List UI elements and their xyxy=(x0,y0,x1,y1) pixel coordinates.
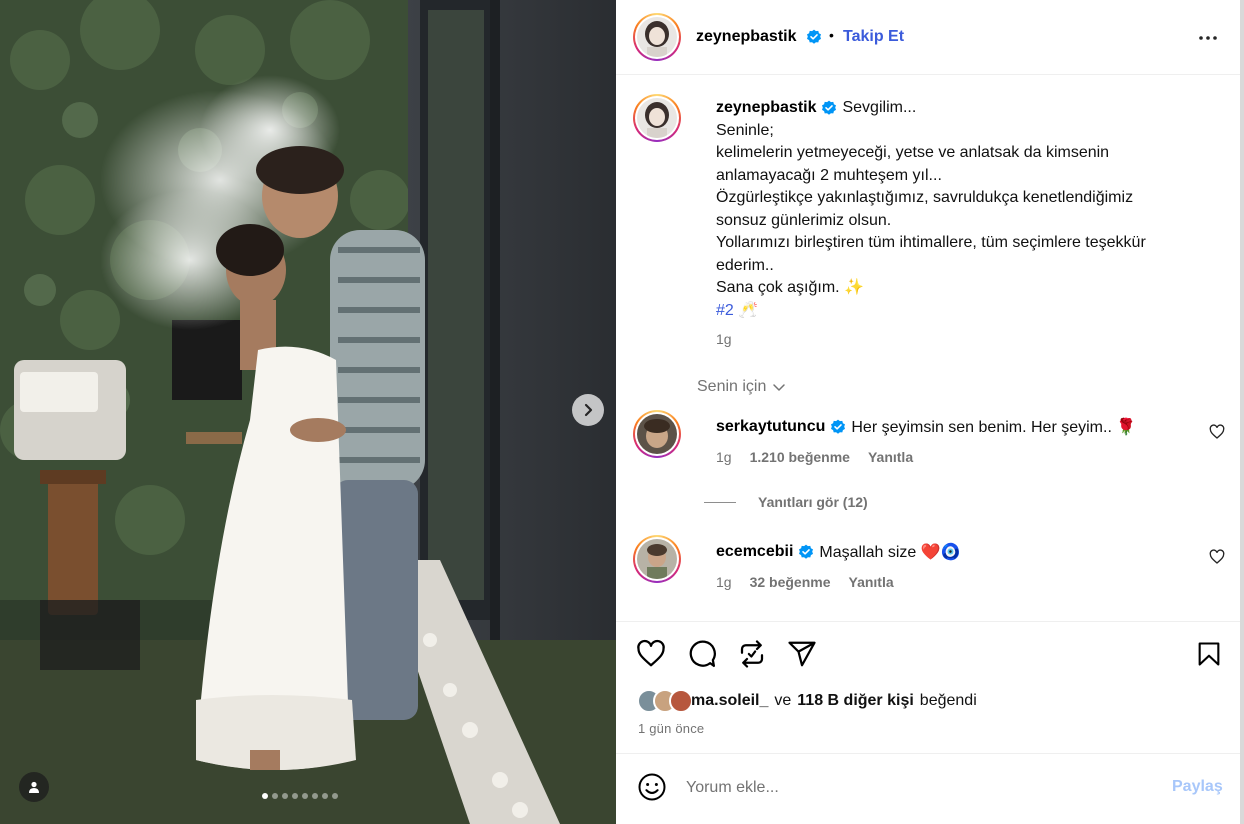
carousel-dot xyxy=(332,793,338,799)
post-actions: ma.soleil_ ve 118 B diğer kişi beğendi 1… xyxy=(616,621,1240,753)
commenter-avatar[interactable] xyxy=(633,535,681,583)
caption-line: Yollarımızı birleştiren tüm ihtimallere,… xyxy=(716,234,1146,251)
view-replies-label: Yanıtları gör (12) xyxy=(758,494,868,510)
comment-item: serkaytutuncu Her şeyimsin sen benim. He… xyxy=(633,410,1225,470)
caption-line: Seninle; xyxy=(716,121,774,139)
user-icon xyxy=(29,781,39,793)
post-header: zeynepbastik • Takip Et xyxy=(616,0,1240,75)
photo-scene xyxy=(0,0,616,824)
comment-input[interactable] xyxy=(686,776,1126,800)
carousel-dot xyxy=(262,793,268,799)
follow-button[interactable]: Takip Et xyxy=(843,28,904,46)
caption-line: sonsuz günlerimiz olsun. xyxy=(716,211,892,229)
post-details-panel: zeynepbastik • Takip Et zeynepbastik Sev… xyxy=(616,0,1240,824)
other-likers-link[interactable]: 118 B diğer kişi xyxy=(797,692,914,710)
comment-text-row: serkaytutuncu Her şeyimsin sen benim. He… xyxy=(716,417,1136,437)
comment-meta: 1g 32 beğenme Yanıtla xyxy=(716,574,894,590)
comment-like-count[interactable]: 32 beğenme xyxy=(750,574,831,590)
comment-text: Maşallah size ❤️🧿 xyxy=(819,544,961,561)
share-send-icon[interactable] xyxy=(787,639,817,669)
caption-first-line: zeynepbastik Sevgilim... xyxy=(716,97,1206,120)
comment-timestamp: 1g xyxy=(716,574,732,590)
commenter-avatar-image xyxy=(637,539,677,579)
header-separator: • xyxy=(829,27,834,43)
verified-badge-icon xyxy=(822,100,837,115)
caption-avatar-image xyxy=(637,98,677,138)
commenter-avatar[interactable] xyxy=(633,410,681,458)
chevron-down-icon xyxy=(773,384,786,391)
carousel-indicator xyxy=(262,793,338,799)
heart-icon[interactable] xyxy=(1209,549,1225,565)
like-heart-icon[interactable] xyxy=(636,639,666,669)
reply-button[interactable]: Yanıtla xyxy=(868,449,913,465)
hashtag-emoji: 🥂 xyxy=(738,301,759,319)
author-avatar[interactable] xyxy=(633,13,681,61)
post-timestamp: 1 gün önce xyxy=(638,721,705,736)
post-photo[interactable] xyxy=(0,0,616,824)
carousel-dot xyxy=(272,793,278,799)
comment-meta: 1g 1.210 beğenme Yanıtla xyxy=(716,449,913,465)
comment-text: Her şeyimsin sen benim. Her şeyim.. 🌹 xyxy=(851,419,1137,436)
verified-badge-icon xyxy=(831,419,846,434)
add-comment-bar: Paylaş xyxy=(616,753,1240,824)
chevron-right-icon xyxy=(584,403,593,417)
replies-divider xyxy=(704,501,736,503)
caption-text: zeynepbastik Sevgilim... Seninle; kelime… xyxy=(716,97,1206,322)
commenter-avatar-image xyxy=(637,414,677,454)
caption-line: anlamayacağı 2 muhteşem yıl... xyxy=(716,166,942,184)
likes-summary: ma.soleil_ ve 118 B diğer kişi beğendi xyxy=(637,689,977,713)
carousel-dot xyxy=(292,793,298,799)
caption-author-username[interactable]: zeynepbastik xyxy=(716,97,816,120)
commenter-username[interactable]: serkaytutuncu xyxy=(716,418,825,436)
carousel-dot xyxy=(302,793,308,799)
emoji-icon[interactable] xyxy=(637,772,667,802)
liker-avatar xyxy=(669,689,693,713)
caption-line: kelimelerin yetmeyeceği, yetse ve anlats… xyxy=(716,144,1110,161)
commenter-username[interactable]: ecemcebii xyxy=(716,543,793,561)
author-username[interactable]: zeynepbastik xyxy=(696,28,796,46)
caption-line: Özgürleştikçe yakınlaştığımız, savrulduk… xyxy=(716,189,1134,206)
tagged-users-button[interactable] xyxy=(19,772,49,802)
hashtag-link[interactable]: #2 xyxy=(716,302,734,319)
comment-item: ecemcebii Maşallah size ❤️🧿 1g 32 beğenm… xyxy=(633,535,1225,595)
carousel-dot xyxy=(322,793,328,799)
verified-badge-icon xyxy=(807,29,821,44)
heart-icon[interactable] xyxy=(1209,424,1225,440)
repost-icon[interactable] xyxy=(737,639,767,669)
reply-button[interactable]: Yanıtla xyxy=(849,574,894,590)
carousel-dot xyxy=(282,793,288,799)
comment-like-count[interactable]: 1.210 beğenme xyxy=(750,449,850,465)
comments-sort-dropdown[interactable]: Senin için xyxy=(697,378,786,396)
caption-hashtag-line: #2 🥂 xyxy=(716,300,1206,323)
caption-line: Sevgilim... xyxy=(842,99,917,116)
caption-line: ederim.. xyxy=(716,256,774,274)
comment-text-row: ecemcebii Maşallah size ❤️🧿 xyxy=(716,542,961,562)
carousel-next-button[interactable] xyxy=(572,394,604,426)
likes-suffix: beğendi xyxy=(919,692,977,709)
caption-timestamp: 1g xyxy=(716,331,732,347)
carousel-dot xyxy=(312,793,318,799)
view-replies-button[interactable]: Yanıtları gör (12) xyxy=(704,494,868,510)
save-bookmark-icon[interactable] xyxy=(1195,639,1223,669)
likes-conjunction: ve xyxy=(774,692,792,709)
comment-icon[interactable] xyxy=(687,639,717,669)
post-comment-button[interactable]: Paylaş xyxy=(1172,778,1223,796)
caption-line: Sana çok aşığım. ✨ xyxy=(716,279,864,296)
comments-sort-label: Senin için xyxy=(697,378,767,395)
first-liker-username[interactable]: ma.soleil_ xyxy=(691,692,768,710)
verified-badge-icon xyxy=(799,544,814,559)
comment-timestamp: 1g xyxy=(716,449,732,465)
window-edge xyxy=(1240,0,1244,824)
caption-author-avatar[interactable] xyxy=(633,94,681,142)
more-options-icon[interactable] xyxy=(1196,26,1220,50)
author-avatar-image xyxy=(637,17,677,57)
liker-avatars xyxy=(637,689,693,713)
